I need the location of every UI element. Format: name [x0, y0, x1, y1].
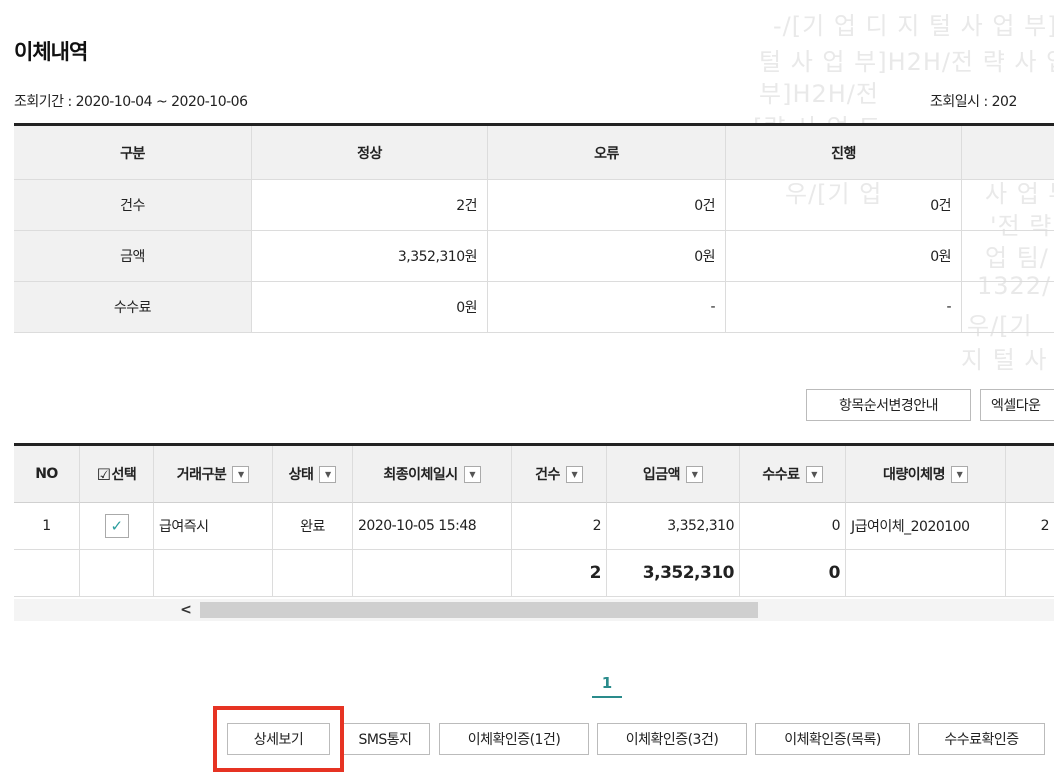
grid-header-select-label: 선택	[111, 467, 137, 483]
query-period: 조회기간 : 2020-10-04 ~ 2020-10-06	[14, 94, 248, 110]
filter-dropdown-icon[interactable]: ▼	[565, 465, 583, 483]
summary-header-category: 구분	[14, 126, 252, 179]
grid-header-last-date: 최종이체일시 ▼	[353, 446, 512, 503]
summary-header-progress: 진행	[726, 126, 962, 179]
watermark-text: 지 털 사	[961, 346, 1048, 374]
filter-dropdown-icon[interactable]: ▼	[950, 465, 968, 483]
select-all-checkbox-icon[interactable]: ☑	[97, 465, 111, 484]
table-row[interactable]: 1 ✓ 급여즉시 완료 2020-10-05 15:48 2 3,352,310…	[14, 503, 1054, 550]
grid-header-status: 상태 ▼	[273, 446, 353, 503]
row-last-date: 2020-10-05 15:48	[353, 503, 512, 550]
query-datetime: 조회일시 : 202	[930, 94, 1017, 110]
summary-normal-value: 2건	[252, 180, 488, 230]
filter-dropdown-icon[interactable]: ▼	[463, 465, 481, 483]
row-amount: 3,352,310	[607, 503, 740, 550]
grid-header-bulk-name: 대량이체명 ▼	[846, 446, 1006, 503]
excel-download-button[interactable]: 엑셀다운	[980, 389, 1054, 421]
row-checkbox-checked-icon[interactable]: ✓	[104, 514, 129, 538]
watermark-text: 부]H2H/전	[759, 80, 879, 108]
scroll-left-arrow-icon[interactable]: <	[174, 599, 198, 621]
summary-table: 구분 정상 오류 진행 건수 2건 0건 0건 금액 3,352,310원 0원…	[14, 123, 1054, 333]
transfer-certificate-3-button[interactable]: 이체확인증(3건)	[597, 723, 747, 755]
grid-header-fee: 수수료 ▼	[740, 446, 846, 503]
pagination-page-1[interactable]: 1	[592, 674, 622, 698]
summary-error-value: 0원	[488, 231, 726, 281]
summary-header-extra	[962, 126, 1054, 179]
order-change-guide-button[interactable]: 항목순서변경안내	[806, 389, 971, 421]
summary-error-value: 0건	[488, 180, 726, 230]
fee-certificate-button[interactable]: 수수료확인증	[918, 723, 1045, 755]
grid-header-amount: 입금액 ▼	[607, 446, 740, 503]
total-amount: 3,352,310	[607, 550, 740, 597]
page-title: 이체내역	[14, 40, 88, 64]
transfer-certificate-1-button[interactable]: 이체확인증(1건)	[439, 723, 589, 755]
watermark-text: -/[기 업 디 지 털 사 업 부]	[773, 12, 1054, 40]
transfer-certificate-list-button[interactable]: 이체확인증(목록)	[755, 723, 910, 755]
row-no: 1	[14, 503, 80, 550]
summary-row-count: 건수 2건 0건 0건	[14, 180, 1054, 231]
summary-progress-value: 0원	[726, 231, 962, 281]
summary-error-value: -	[488, 282, 726, 332]
row-fee: 0	[740, 503, 846, 550]
filter-dropdown-icon[interactable]: ▼	[232, 465, 250, 483]
summary-progress-value: 0건	[726, 180, 962, 230]
summary-label: 금액	[14, 231, 252, 281]
transfer-grid: NO ☑ 선택 거래구분 ▼ 상태 ▼ 최종이체일시 ▼ 건수 ▼ 입금액 ▼ 수수료 ▼ 대…	[14, 443, 1054, 621]
grid-total-row: 2 3,352,310 0	[14, 550, 1054, 597]
filter-dropdown-icon[interactable]: ▼	[805, 465, 823, 483]
row-count: 2	[512, 503, 607, 550]
summary-label: 수수료	[14, 282, 252, 332]
summary-header-error: 오류	[488, 126, 726, 179]
summary-label: 건수	[14, 180, 252, 230]
grid-header-row: NO ☑ 선택 거래구분 ▼ 상태 ▼ 최종이체일시 ▼ 건수 ▼ 입금액 ▼ 수수료 ▼ 대…	[14, 446, 1054, 503]
grid-header-select[interactable]: ☑ 선택	[80, 446, 154, 503]
summary-row-fee: 수수료 0원 - -	[14, 282, 1054, 333]
scrollbar-thumb[interactable]	[200, 602, 758, 618]
watermark-text: 털 사 업 부]H2H/전 략 사 업	[759, 48, 1054, 76]
grid-header-count: 건수 ▼	[512, 446, 607, 503]
filter-dropdown-icon[interactable]: ▼	[319, 465, 337, 483]
grid-header-type: 거래구분 ▼	[154, 446, 273, 503]
summary-header-normal: 정상	[252, 126, 488, 179]
detail-view-button[interactable]: 상세보기	[227, 723, 330, 755]
row-extra: 2	[1006, 503, 1054, 550]
row-status: 완료	[273, 503, 353, 550]
row-type: 급여즉시	[154, 503, 273, 550]
summary-progress-value: -	[726, 282, 962, 332]
total-count: 2	[512, 550, 607, 597]
horizontal-scrollbar[interactable]: <	[14, 599, 1054, 621]
grid-header-no: NO	[14, 446, 80, 503]
summary-normal-value: 3,352,310원	[252, 231, 488, 281]
filter-dropdown-icon[interactable]: ▼	[686, 465, 704, 483]
summary-normal-value: 0원	[252, 282, 488, 332]
summary-header-row: 구분 정상 오류 진행	[14, 126, 1054, 180]
row-select[interactable]: ✓	[80, 503, 154, 550]
summary-row-amount: 금액 3,352,310원 0원 0원	[14, 231, 1054, 282]
total-fee: 0	[740, 550, 846, 597]
sms-notify-button[interactable]: SMS통지	[340, 723, 430, 755]
row-bulk-name: J급여이체_2020100	[846, 503, 1006, 550]
